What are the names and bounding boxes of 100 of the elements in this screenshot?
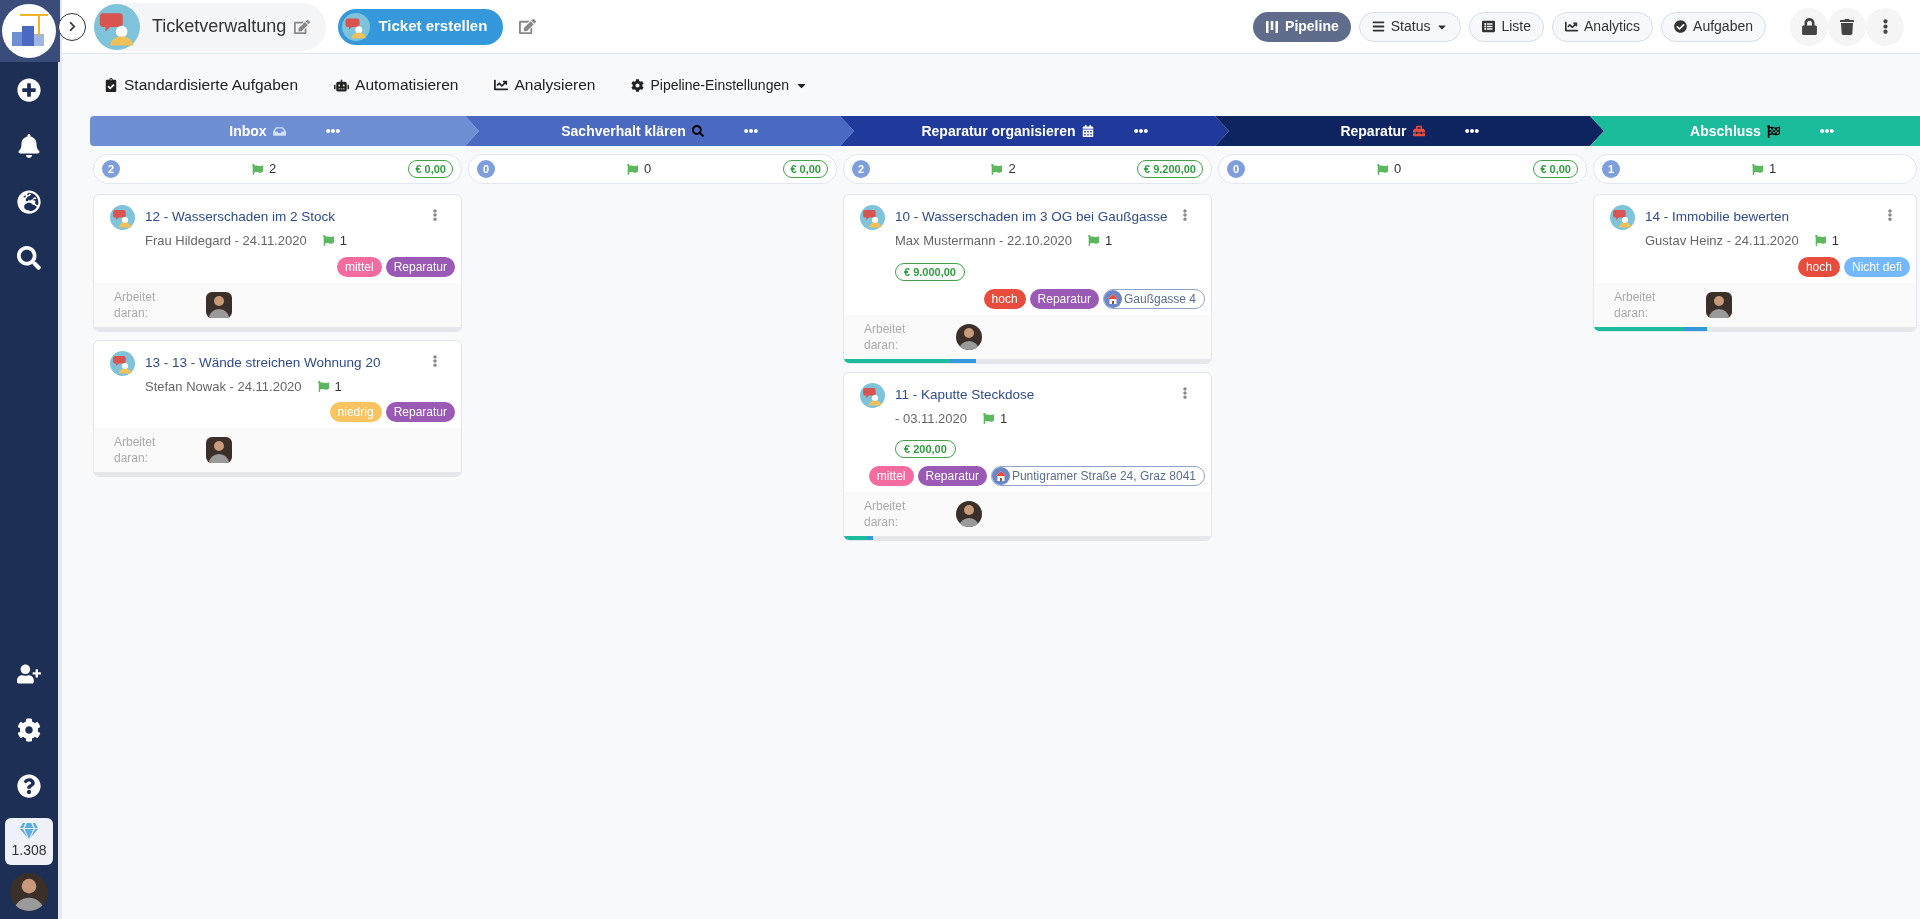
count-badge: 2 <box>102 160 120 178</box>
flag-count: 0 <box>644 160 652 179</box>
flag-icon <box>1751 163 1763 175</box>
house-icon <box>991 467 1010 485</box>
edit-icon[interactable] <box>294 18 311 35</box>
avatar <box>206 437 232 463</box>
flag-icon <box>252 163 264 175</box>
clipboard-check-icon <box>104 78 118 92</box>
avatar <box>206 291 232 318</box>
ticket-title[interactable]: 14 - Immobilie bewerten <box>1645 205 1790 227</box>
lines-icon <box>1371 20 1385 33</box>
ticket-icon <box>860 205 885 230</box>
count-badge: 0 <box>1227 160 1245 178</box>
flag-count: 1 <box>334 377 342 396</box>
worker-label: Arbeitet daran: <box>114 434 157 466</box>
stage-header[interactable]: Sachverhalt klären <box>465 116 854 146</box>
flag-icon <box>1814 235 1826 247</box>
stage-title: Inbox <box>229 121 267 141</box>
search-icon <box>691 125 704 137</box>
ticket-icon <box>110 205 135 230</box>
ticket-card[interactable]: 10 - Wasserschaden im 3 OG bei Gaußgasse Max Mustermann - 22.10.2020 1 € 9.000,00 hoch Reparatur Gaußgasse 4 Arbeitet daran: <box>843 194 1212 364</box>
avatar <box>956 323 982 350</box>
view-tab[interactable]: Liste <box>1469 11 1544 42</box>
ticket-card[interactable]: 14 - Immobilie bewerten Gustav Heinz - 24.11.2020 1 hoch Nicht defi Arbeitet daran: <box>1593 194 1917 332</box>
flag-count: 1 <box>1768 160 1777 179</box>
credits-badge[interactable]: 1.308 <box>5 818 53 865</box>
view-tab[interactable]: Aufgaben <box>1661 11 1766 42</box>
flag-count: 2 <box>269 160 277 179</box>
flag-icon <box>1088 235 1100 247</box>
expand-button[interactable] <box>58 12 86 41</box>
tag: Reparatur <box>917 466 987 486</box>
tag: hoch <box>1797 256 1840 277</box>
flag-count: 1 <box>1105 232 1113 250</box>
chart-icon <box>1565 20 1578 33</box>
ticket-card[interactable]: 13 - 13 - Wände streichen Wohnung 20 Stefan Nowak - 24.11.2020 1 niedrig Reparatur Arbeitet daran: <box>93 339 462 477</box>
inbox-icon <box>272 124 286 138</box>
stage-title: Reparatur <box>1340 121 1407 141</box>
worker-label: Arbeitet daran: <box>864 320 907 353</box>
list-icon <box>1482 20 1496 33</box>
ticket-meta: - 03.11.2020 <box>895 409 968 428</box>
tag: Reparatur <box>385 256 455 277</box>
flag-count: 1 <box>339 232 347 250</box>
robot-icon <box>334 77 350 93</box>
toolbar-button[interactable]: Automatisieren <box>334 73 459 97</box>
avatar <box>1706 291 1732 318</box>
tag: mittel <box>868 466 914 486</box>
view-tab[interactable]: Status <box>1358 11 1462 42</box>
ticket-title[interactable]: 12 - Wasserschaden im 2 Stock <box>145 205 336 227</box>
logo[interactable] <box>2 4 56 58</box>
tag: niedrig <box>329 402 382 422</box>
flag-icon <box>991 163 1003 175</box>
stage-title: Reparatur organisieren <box>921 121 1076 141</box>
view-tab[interactable]: Pipeline <box>1253 11 1351 42</box>
ticket-meta: Gustav Heinz - 24.11.2020 <box>1645 232 1799 250</box>
tag: mittel <box>336 256 382 277</box>
ticket-icon <box>1610 205 1635 230</box>
ticket-card[interactable]: 12 - Wasserschaden im 2 Stock Frau Hildegard - 24.11.2020 1 mittel Reparatur Arbeitet daran: <box>93 194 462 332</box>
toolbar-button[interactable]: Standardisierte Aufgaben <box>104 73 299 97</box>
tag: Nicht defi <box>1843 256 1910 277</box>
count-badge: 0 <box>477 160 495 178</box>
tag: hoch <box>983 288 1026 309</box>
toolbar-button[interactable]: Analysieren <box>494 73 596 97</box>
count-badge: 1 <box>1602 160 1620 178</box>
ticket-card[interactable]: 11 - Kaputte Steckdose - 03.11.2020 1 € 200,00 mittel Reparatur Puntigramer Straße 24, Graz 8041 Arbeitet daran: <box>843 371 1212 541</box>
flag-icon <box>627 163 639 175</box>
worker-label: Arbeitet daran: <box>1614 288 1657 321</box>
flag-icon <box>322 235 334 247</box>
ticket-meta: Max Mustermann - 22.10.2020 <box>895 232 1073 250</box>
user-avatar[interactable] <box>10 873 48 911</box>
chart-icon <box>494 78 509 92</box>
ticket-meta: Stefan Nowak - 24.11.2020 <box>145 377 302 396</box>
calendar-icon <box>1081 125 1094 137</box>
stage-header[interactable]: Reparatur <box>1215 116 1604 146</box>
toolbox-icon <box>1412 125 1425 137</box>
edit-icon[interactable] <box>519 18 537 35</box>
worker-label: Arbeitet daran: <box>864 498 907 530</box>
settings-icon <box>631 78 645 92</box>
avatar <box>956 501 982 527</box>
lock-icon <box>1800 18 1818 35</box>
ticket-title[interactable]: 11 - Kaputte Steckdose <box>895 382 1035 405</box>
tag: Reparatur <box>1029 288 1099 309</box>
trash-icon <box>1839 18 1855 35</box>
view-tab[interactable]: Analytics <box>1552 11 1654 42</box>
flag-count: 1 <box>1831 232 1839 250</box>
flag-count: 0 <box>1394 160 1402 179</box>
stage-title: Sachverhalt klären <box>561 121 686 141</box>
flag-icon <box>983 412 995 424</box>
tag: Reparatur <box>385 402 455 422</box>
toolbar-button[interactable]: Pipeline-Einstellungen <box>631 74 808 96</box>
ticket-title[interactable]: 13 - 13 - Wände streichen Wohnung 20 <box>145 350 381 373</box>
ticket-title[interactable]: 10 - Wasserschaden im 3 OG bei Gaußgasse <box>895 205 1168 227</box>
checkered-flag-icon <box>1766 124 1780 138</box>
stage-header[interactable]: Reparatur organisieren <box>840 116 1229 146</box>
credits-count: 1.308 <box>11 841 47 860</box>
stage-title: Abschluss <box>1690 121 1761 141</box>
ticket-meta: Frau Hildegard - 24.11.2020 <box>145 232 307 250</box>
ticket-icon <box>342 12 371 41</box>
columns-icon <box>1265 19 1280 34</box>
count-badge: 2 <box>852 160 870 178</box>
flag-count: 1 <box>1000 409 1008 428</box>
